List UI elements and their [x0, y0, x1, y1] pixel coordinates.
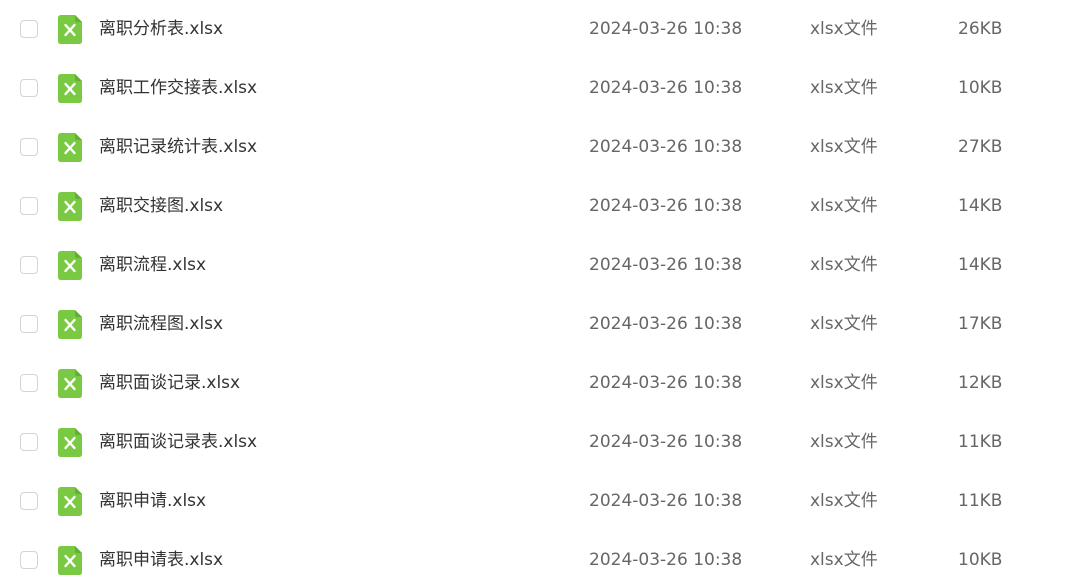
row-checkbox[interactable] — [20, 433, 38, 451]
file-row[interactable]: 离职面谈记录表.xlsx 2024-03-26 10:38 xlsx文件 11K… — [0, 413, 1080, 472]
file-modified-date: 2024-03-26 10:38 — [589, 196, 743, 216]
file-row[interactable]: 离职流程图.xlsx 2024-03-26 10:38 xlsx文件 17KB — [0, 295, 1080, 354]
file-name[interactable]: 离职申请.xlsx — [99, 472, 206, 531]
file-modified-date: 2024-03-26 10:38 — [589, 373, 743, 393]
file-size: 12KB — [958, 373, 1003, 393]
file-name[interactable]: 离职流程图.xlsx — [99, 295, 223, 354]
excel-file-icon — [58, 251, 82, 280]
excel-file-icon — [58, 310, 82, 339]
file-list: 离职分析表.xlsx 2024-03-26 10:38 xlsx文件 26KB … — [0, 0, 1080, 588]
file-size: 26KB — [958, 19, 1003, 39]
file-modified-date: 2024-03-26 10:38 — [589, 19, 743, 39]
file-name[interactable]: 离职分析表.xlsx — [99, 0, 223, 59]
row-checkbox[interactable] — [20, 551, 38, 569]
row-checkbox[interactable] — [20, 256, 38, 274]
file-type: xlsx文件 — [810, 78, 878, 98]
file-name[interactable]: 离职面谈记录表.xlsx — [99, 413, 257, 472]
file-type: xlsx文件 — [810, 137, 878, 157]
file-modified-date: 2024-03-26 10:38 — [589, 78, 743, 98]
file-modified-date: 2024-03-26 10:38 — [589, 550, 743, 570]
file-modified-date: 2024-03-26 10:38 — [589, 432, 743, 452]
excel-file-icon — [58, 369, 82, 398]
file-size: 17KB — [958, 314, 1003, 334]
excel-file-icon — [58, 15, 82, 44]
file-row[interactable]: 离职申请.xlsx 2024-03-26 10:38 xlsx文件 11KB — [0, 472, 1080, 531]
excel-file-icon — [58, 133, 82, 162]
excel-file-icon — [58, 546, 82, 575]
file-row[interactable]: 离职分析表.xlsx 2024-03-26 10:38 xlsx文件 26KB — [0, 0, 1080, 59]
file-type: xlsx文件 — [810, 255, 878, 275]
row-checkbox[interactable] — [20, 197, 38, 215]
file-row[interactable]: 离职面谈记录.xlsx 2024-03-26 10:38 xlsx文件 12KB — [0, 354, 1080, 413]
file-modified-date: 2024-03-26 10:38 — [589, 137, 743, 157]
file-size: 27KB — [958, 137, 1003, 157]
file-modified-date: 2024-03-26 10:38 — [589, 491, 743, 511]
file-size: 11KB — [958, 432, 1003, 452]
excel-file-icon — [58, 74, 82, 103]
file-row[interactable]: 离职流程.xlsx 2024-03-26 10:38 xlsx文件 14KB — [0, 236, 1080, 295]
file-modified-date: 2024-03-26 10:38 — [589, 314, 743, 334]
file-name[interactable]: 离职工作交接表.xlsx — [99, 59, 257, 118]
file-size: 14KB — [958, 255, 1003, 275]
row-checkbox[interactable] — [20, 492, 38, 510]
file-type: xlsx文件 — [810, 550, 878, 570]
file-row[interactable]: 离职申请表.xlsx 2024-03-26 10:38 xlsx文件 10KB — [0, 531, 1080, 588]
file-name[interactable]: 离职交接图.xlsx — [99, 177, 223, 236]
excel-file-icon — [58, 428, 82, 457]
excel-file-icon — [58, 192, 82, 221]
file-type: xlsx文件 — [810, 373, 878, 393]
file-row[interactable]: 离职记录统计表.xlsx 2024-03-26 10:38 xlsx文件 27K… — [0, 118, 1080, 177]
file-type: xlsx文件 — [810, 196, 878, 216]
file-size: 14KB — [958, 196, 1003, 216]
file-size: 11KB — [958, 491, 1003, 511]
file-name[interactable]: 离职申请表.xlsx — [99, 531, 223, 588]
file-name[interactable]: 离职记录统计表.xlsx — [99, 118, 257, 177]
row-checkbox[interactable] — [20, 79, 38, 97]
file-type: xlsx文件 — [810, 491, 878, 511]
excel-file-icon — [58, 487, 82, 516]
row-checkbox[interactable] — [20, 315, 38, 333]
file-modified-date: 2024-03-26 10:38 — [589, 255, 743, 275]
file-size: 10KB — [958, 550, 1003, 570]
file-name[interactable]: 离职流程.xlsx — [99, 236, 206, 295]
row-checkbox[interactable] — [20, 374, 38, 392]
file-type: xlsx文件 — [810, 19, 878, 39]
file-row[interactable]: 离职工作交接表.xlsx 2024-03-26 10:38 xlsx文件 10K… — [0, 59, 1080, 118]
file-type: xlsx文件 — [810, 432, 878, 452]
file-type: xlsx文件 — [810, 314, 878, 334]
file-size: 10KB — [958, 78, 1003, 98]
row-checkbox[interactable] — [20, 138, 38, 156]
row-checkbox[interactable] — [20, 20, 38, 38]
file-name[interactable]: 离职面谈记录.xlsx — [99, 354, 240, 413]
file-row[interactable]: 离职交接图.xlsx 2024-03-26 10:38 xlsx文件 14KB — [0, 177, 1080, 236]
